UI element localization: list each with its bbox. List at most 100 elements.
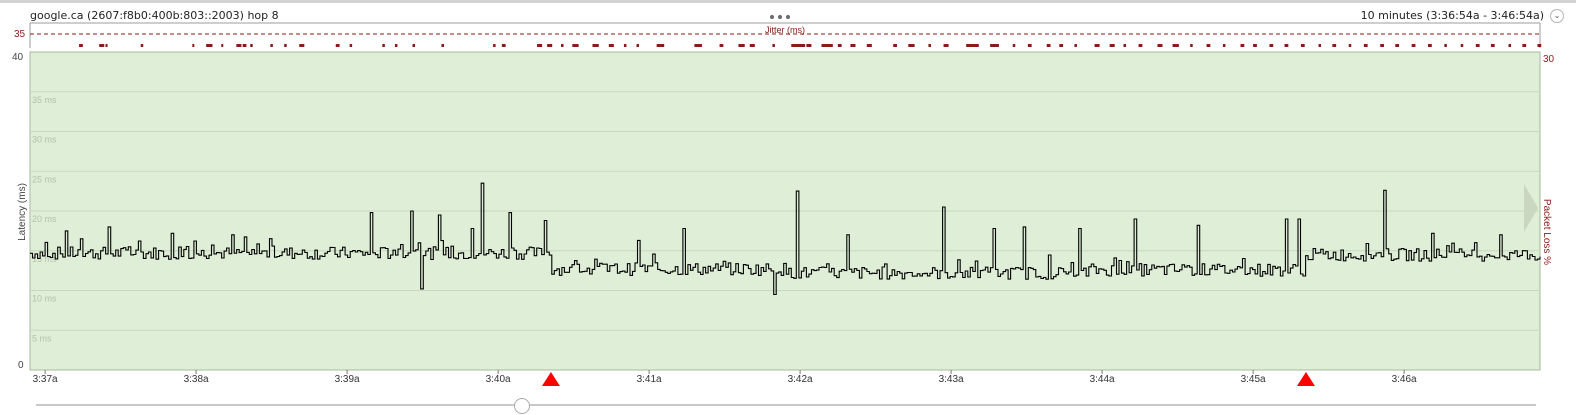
x-tick-label: 3:41a — [637, 374, 662, 385]
time-slider-thumb[interactable] — [514, 398, 530, 414]
time-slider-track[interactable] — [36, 404, 1536, 406]
jitter-bar — [1172, 44, 1179, 47]
jitter-bar — [1206, 44, 1211, 47]
jitter-bar — [493, 44, 496, 47]
jitter-bar — [738, 44, 745, 47]
jitter-bar — [608, 44, 614, 47]
gridline-label: 35 ms — [32, 95, 57, 105]
y-axis-title: Latency (ms) — [17, 183, 28, 241]
jitter-bar — [1537, 44, 1542, 47]
jitter-bar — [412, 44, 416, 47]
jitter-bar — [1428, 44, 1432, 47]
jitter-bar — [1269, 44, 1274, 47]
jitter-bar — [501, 44, 506, 47]
jitter-bar — [636, 44, 640, 47]
jitter-bar — [1411, 44, 1416, 47]
x-tick-label: 3:46a — [1392, 374, 1417, 385]
packet-loss-marker[interactable] — [1296, 372, 1315, 386]
jitter-bar — [1380, 44, 1384, 47]
jitter-bar — [943, 44, 949, 47]
jitter-bar — [1157, 44, 1163, 47]
jitter-bar — [547, 44, 553, 47]
jitter-bar — [772, 44, 775, 47]
y-max-label: 40 — [12, 52, 24, 63]
jitter-bar — [382, 44, 385, 47]
jitter-bar — [719, 44, 724, 47]
jitter-bar — [990, 44, 999, 47]
x-tick-label: 3:44a — [1090, 374, 1115, 385]
jitter-bar — [1094, 44, 1100, 47]
jitter-bar — [1027, 44, 1032, 47]
jitter-panel: Jitter (ms) 35 — [14, 22, 1542, 48]
jitter-bar — [1475, 44, 1480, 47]
jitter-bar — [192, 44, 195, 47]
jitter-bar — [893, 44, 897, 47]
jitter-bar — [1284, 44, 1289, 47]
y-axis-right-title: Packet Loss % — [1541, 199, 1552, 265]
jitter-bar — [1253, 44, 1257, 47]
jitter-bar — [236, 44, 242, 47]
jitter-bar — [1490, 44, 1495, 47]
jitter-bar — [1332, 44, 1337, 47]
gridline-label: 15 ms — [32, 254, 57, 264]
x-axis: 3:37a 3:38a 3:39a 3:40a 3:41a 3:42a 3:43a 3:44a… — [33, 370, 1417, 385]
jitter-bar — [908, 44, 915, 47]
jitter-bar — [837, 44, 842, 47]
jitter-bar — [850, 44, 856, 47]
y-zero-label: 0 — [18, 360, 24, 371]
jitter-bar — [537, 44, 543, 47]
packet-loss-marker[interactable] — [541, 372, 560, 386]
jitter-bar — [1300, 44, 1305, 47]
jitter-bar — [1460, 44, 1464, 47]
jitter-bar — [1240, 44, 1245, 47]
jitter-bar — [99, 44, 105, 47]
jitter-bar — [694, 44, 702, 47]
jitter-bar — [1395, 44, 1400, 47]
jitter-bar — [592, 44, 599, 47]
jitter-bar — [966, 44, 979, 47]
jitter-bar — [623, 44, 627, 47]
jitter-bar — [1318, 44, 1322, 47]
latency-chart: Jitter (ms) 35 35 ms 30 ms 25 ms 20 ms 15 ms… — [12, 22, 1555, 386]
jitter-bar — [270, 44, 273, 47]
gridline-label: 5 ms — [32, 333, 52, 343]
jitter-bar — [349, 44, 353, 47]
jitter-bar — [1222, 44, 1226, 47]
jitter-bar — [1109, 44, 1115, 47]
jitter-bar — [206, 44, 213, 47]
jitter-bar — [1123, 44, 1127, 47]
jitter-bar — [250, 44, 253, 47]
jitter-bar — [242, 44, 247, 47]
jitter-title: Jitter (ms) — [765, 25, 805, 35]
jitter-bar — [1508, 44, 1512, 47]
x-tick-label: 3:45a — [1241, 374, 1266, 385]
jitter-bar — [1138, 44, 1143, 47]
x-tick-label: 3:39a — [335, 374, 360, 385]
jitter-bar — [821, 44, 833, 47]
x-tick-label: 3:40a — [486, 374, 511, 385]
jitter-bar — [1522, 44, 1527, 47]
jitter-bar — [749, 44, 755, 47]
jitter-bar — [1074, 44, 1077, 47]
jitter-bar — [806, 44, 812, 47]
x-tick-label: 3:37a — [33, 374, 58, 385]
jitter-bar — [79, 44, 83, 47]
jitter-bar — [299, 44, 305, 47]
x-tick-label: 3:42a — [788, 374, 813, 385]
gridline-label: 25 ms — [32, 174, 57, 184]
jitter-bar — [140, 44, 144, 47]
jitter-max-label: 35 — [14, 29, 26, 40]
jitter-bars — [79, 44, 1542, 47]
jitter-bar — [105, 44, 108, 47]
jitter-bar — [1046, 44, 1051, 47]
jitter-bar — [1363, 44, 1368, 47]
jitter-bar — [394, 44, 398, 47]
jitter-bar — [572, 44, 579, 47]
jitter-bar — [335, 44, 340, 47]
gridline-label: 20 ms — [32, 214, 57, 224]
x-tick-label: 3:38a — [184, 374, 209, 385]
jitter-bar — [1348, 44, 1352, 47]
jitter-bar — [656, 44, 665, 47]
jitter-bar — [561, 44, 564, 47]
jitter-bar — [441, 44, 444, 47]
